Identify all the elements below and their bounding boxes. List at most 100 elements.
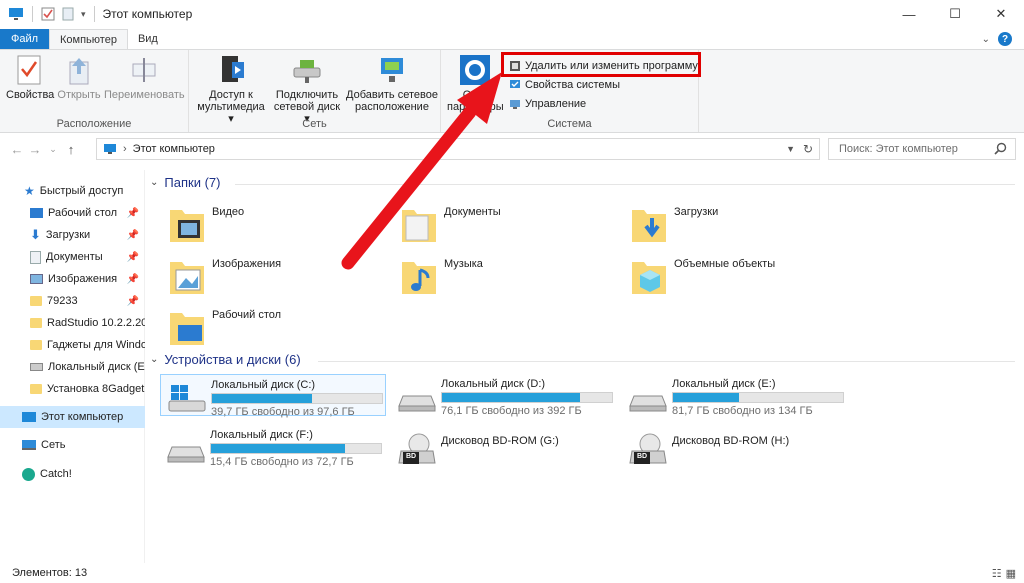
tab-computer[interactable]: Компьютер [49, 29, 128, 50]
nav-network[interactable]: Сеть [0, 434, 145, 456]
folder-icon [30, 296, 42, 306]
folder-label: Видео [212, 206, 245, 218]
folder-downloads[interactable]: Загрузки [630, 200, 850, 248]
pin-icon[interactable]: 📌 [127, 274, 139, 285]
folder-3d-objects[interactable]: Объемные объекты [630, 252, 850, 300]
up-arrow-icon[interactable]: ↑ [62, 142, 80, 157]
toolbar-divider [93, 6, 95, 22]
nav-desktop[interactable]: Рабочий стол 📌 [0, 202, 145, 224]
nav-catch[interactable]: Catch! [0, 463, 145, 485]
maximize-button[interactable]: ☐ [932, 0, 978, 28]
3d-objects-folder-icon [632, 262, 666, 294]
refresh-icon[interactable]: ↻ [803, 142, 813, 156]
drives-section-header[interactable]: ⌄ Устройства и диски (6) [150, 352, 301, 367]
drive-f[interactable]: Локальный диск (F:) 15,4 ГБ свободно из … [160, 425, 386, 468]
tab-file[interactable]: Файл [0, 29, 49, 49]
details-view-icon[interactable]: ☷ [992, 567, 1002, 580]
drive-icon [30, 363, 43, 371]
drive-e[interactable]: Локальный диск (E:) 81,7 ГБ свободно из … [622, 374, 848, 417]
pictures-folder-icon [170, 262, 204, 294]
nav-quick-access[interactable]: ★ Быстрый доступ [0, 180, 145, 202]
nav-folder-79233[interactable]: 79233 📌 [0, 290, 145, 312]
address-path[interactable]: Этот компьютер [133, 143, 215, 155]
nav-item-label: Локальный диск (E [48, 361, 145, 373]
pin-icon[interactable]: 📌 [127, 252, 139, 263]
nav-folder-radstudio[interactable]: RadStudio 10.2.2.20 [0, 312, 145, 334]
folders-header-text: Папки (7) [164, 175, 221, 190]
help-icon[interactable]: ? [998, 32, 1012, 46]
ribbon-controls: ⌄ ? [982, 29, 1024, 49]
folder-pictures[interactable]: Изображения [168, 252, 388, 300]
add-location-label-2: расположение [355, 101, 429, 113]
folder-icon [30, 340, 42, 350]
customize-toolbar-icon[interactable]: ▾ [81, 9, 86, 20]
highlight-box [501, 52, 701, 77]
tiles-view-icon[interactable]: ▦ [1006, 567, 1016, 580]
group-label-network: Сеть [302, 118, 327, 130]
nav-local-disk-e[interactable]: Локальный диск (E [0, 356, 145, 378]
nav-pictures[interactable]: Изображения 📌 [0, 268, 145, 290]
status-bar: Элементов: 13 ☷ ▦ [0, 563, 1024, 583]
folder-videos[interactable]: Видео [168, 200, 388, 248]
nav-this-pc[interactable]: Этот компьютер [0, 406, 145, 428]
navigation-pane: ★ Быстрый доступ Рабочий стол 📌 ⬇ Загруз… [0, 170, 145, 563]
folder-music[interactable]: Музыка [400, 252, 620, 300]
drive-g[interactable]: BD Дисковод BD-ROM (G:) [391, 425, 617, 467]
quick-access-toolbar: ▾ [0, 0, 97, 28]
nav-item-label: Гаджеты для Windo [47, 339, 145, 351]
nav-folder-8gadget[interactable]: Установка 8Gadget [0, 378, 145, 400]
ribbon-group-network: Доступ к мультимедиа ▾ Подключить сетево… [189, 50, 441, 132]
computer-icon [9, 8, 23, 20]
window-title: Этот компьютер [102, 7, 193, 21]
nav-item-label: Быстрый доступ [39, 185, 124, 197]
drive-c[interactable]: Локальный диск (C:) 39,7 ГБ свободно из … [160, 374, 386, 418]
tab-view[interactable]: Вид [128, 29, 168, 49]
collapse-chevron-icon[interactable]: ⌄ [150, 177, 158, 188]
open-settings-button[interactable]: Откр параметры [447, 54, 504, 113]
desktop-icon [30, 208, 43, 218]
folders-section-header[interactable]: ⌄ Папки (7) [150, 175, 220, 190]
folder-desktop[interactable]: Рабочий стол [168, 303, 388, 351]
star-icon: ★ [24, 184, 35, 198]
windows-drive-icon [168, 385, 206, 412]
nav-item-label: Загрузки [45, 229, 91, 241]
media-access-button[interactable]: Доступ к мультимедиа ▾ [193, 54, 269, 125]
map-network-drive-button[interactable]: Подключить сетевой диск ▾ [271, 54, 343, 125]
minimize-button[interactable]: — [886, 0, 932, 28]
close-button[interactable]: ✕ [978, 0, 1024, 28]
nav-item-label: Рабочий стол [48, 207, 118, 219]
address-bar[interactable]: › Этот компьютер ▼ ↻ [96, 138, 820, 160]
address-dropdown-icon[interactable]: ▼ [786, 144, 795, 154]
open-button[interactable]: Открыть [56, 54, 102, 101]
collapse-chevron-icon[interactable]: ⌄ [150, 354, 158, 365]
rename-button[interactable]: Переименовать [104, 54, 185, 101]
expand-ribbon-icon[interactable]: ⌄ [982, 34, 990, 45]
add-network-location-button[interactable]: Добавить сетевое расположение [345, 54, 439, 113]
forward-arrow-icon[interactable]: → [26, 142, 44, 157]
drive-d[interactable]: Локальный диск (D:) 76,1 ГБ свободно из … [391, 374, 617, 417]
back-arrow-icon[interactable]: ← [8, 142, 26, 157]
system-properties-button[interactable]: Свойства системы [509, 79, 620, 91]
search-box[interactable]: Поиск: Этот компьютер [828, 138, 1016, 160]
drive-h[interactable]: BD Дисковод BD-ROM (H:) [622, 425, 848, 467]
bd-badge: BD [637, 453, 648, 460]
nav-documents[interactable]: Документы 📌 [0, 246, 145, 268]
folder-documents[interactable]: Документы [400, 200, 620, 248]
nav-folder-gadgets[interactable]: Гаджеты для Windo [0, 334, 145, 356]
bd-badge: BD [406, 453, 417, 460]
drive-usage-fill [212, 394, 313, 403]
properties-button[interactable]: Свойства [6, 54, 54, 101]
properties-icon[interactable] [41, 7, 55, 21]
folder-label: Объемные объекты [674, 258, 776, 270]
pin-icon[interactable]: 📌 [127, 296, 139, 307]
nav-item-label: Catch! [40, 468, 72, 480]
recent-chevron-icon[interactable]: ⌄ [44, 144, 62, 155]
manage-button[interactable]: Управление [509, 98, 586, 110]
new-folder-icon[interactable] [61, 7, 75, 21]
nav-downloads[interactable]: ⬇ Загрузки 📌 [0, 224, 145, 246]
section-divider [318, 361, 1015, 362]
drive-usage-fill [673, 393, 740, 402]
toolbar-divider [32, 6, 33, 22]
pin-icon[interactable]: 📌 [127, 208, 139, 219]
pin-icon[interactable]: 📌 [127, 230, 139, 241]
